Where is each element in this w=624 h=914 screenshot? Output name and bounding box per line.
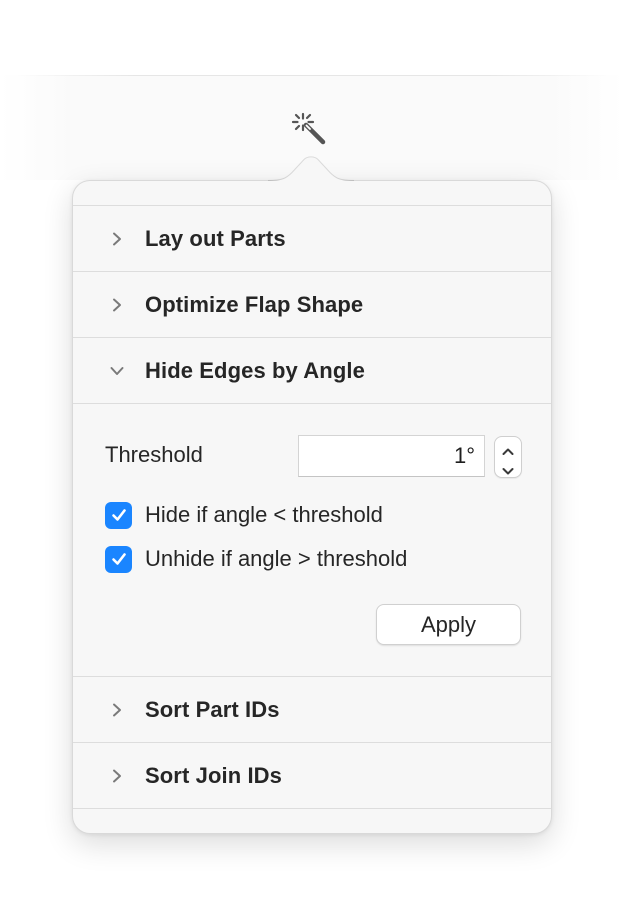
stepper-increment-button[interactable] [495, 437, 521, 457]
section-optimize-flap-shape[interactable]: Optimize Flap Shape [73, 272, 551, 337]
chevron-right-icon [110, 769, 124, 783]
section-sort-join-ids[interactable]: Sort Join IDs [73, 743, 551, 808]
chevron-down-icon [110, 364, 124, 378]
section-label: Lay out Parts [145, 225, 286, 251]
hide-if-angle-checkbox[interactable] [105, 501, 132, 529]
chevron-right-icon [110, 298, 124, 312]
hide-if-angle-checkbox-row[interactable]: Hide if angle < threshold [105, 500, 383, 530]
separator [73, 808, 551, 809]
threshold-label: Threshold [105, 442, 203, 467]
section-lay-out-parts[interactable]: Lay out Parts [73, 206, 551, 271]
checkbox-label: Unhide if angle > threshold [145, 546, 408, 571]
magic-wand-button[interactable] [289, 108, 329, 148]
checkmark-icon [110, 506, 128, 524]
threshold-stepper[interactable] [494, 436, 522, 478]
section-hide-edges-by-angle[interactable]: Hide Edges by Angle [73, 338, 551, 403]
unhide-if-angle-checkbox-row[interactable]: Unhide if angle > threshold [105, 544, 407, 574]
checkmark-icon [110, 550, 128, 568]
section-label: Hide Edges by Angle [145, 357, 365, 383]
chevron-up-icon [502, 443, 514, 455]
magic-wand-icon [289, 108, 329, 148]
section-sort-part-ids[interactable]: Sort Part IDs [73, 677, 551, 742]
popover-panel: Lay out Parts Optimize Flap Shape Hide E… [72, 180, 552, 834]
threshold-field[interactable] [298, 435, 485, 477]
section-label: Sort Part IDs [145, 696, 280, 722]
unhide-if-angle-checkbox[interactable] [105, 545, 132, 573]
stepper-decrement-button[interactable] [495, 457, 521, 477]
checkbox-label: Hide if angle < threshold [145, 502, 383, 527]
chevron-down-icon [502, 463, 514, 474]
section-label: Optimize Flap Shape [145, 291, 364, 317]
chevron-right-icon [110, 703, 124, 717]
separator [73, 403, 551, 404]
chevron-right-icon [110, 232, 124, 246]
popover-arrow [268, 156, 354, 182]
section-label: Sort Join IDs [145, 762, 282, 788]
apply-button[interactable]: Apply [376, 604, 521, 645]
